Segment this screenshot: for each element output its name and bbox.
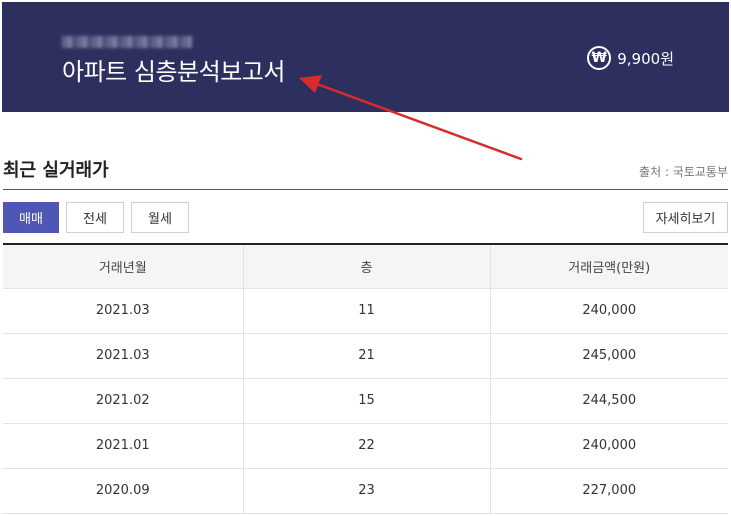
blurred-address [62, 36, 192, 48]
section-title: 최근 실거래가 [3, 160, 109, 181]
cell-floor: 21 [242, 333, 490, 379]
price-label: 9,900원 [617, 49, 674, 68]
section-divider [3, 189, 728, 190]
transaction-table: 거래년월 층 거래금액(만원) 2021.03 11 240,000 2021.… [3, 243, 728, 514]
product-title: 아파트 심층분석보고서 [62, 58, 285, 86]
tab-monthly-rent[interactable]: 월세 [131, 202, 189, 233]
source-text: 출처 : 국토교통부 [639, 165, 728, 179]
cell-date: 2021.02 [3, 378, 243, 424]
view-details-button[interactable]: 자세히보기 [643, 202, 728, 233]
table-row: 2021.02 15 244,500 [3, 378, 728, 424]
column-header-price: 거래금액(만원) [489, 244, 728, 289]
table-header-row: 거래년월 층 거래금액(만원) [3, 244, 728, 289]
cell-price: 245,000 [489, 333, 728, 379]
cell-date: 2021.03 [3, 288, 243, 334]
table-row: 2021.01 22 240,000 [3, 423, 728, 469]
cell-floor: 22 [242, 423, 490, 469]
table-row: 2021.03 21 245,000 [3, 333, 728, 379]
table-row: 2020.09 23 227,000 [3, 468, 728, 514]
tab-jeonse[interactable]: 전세 [66, 202, 124, 233]
cell-price: 244,500 [489, 378, 728, 424]
cell-price: 240,000 [489, 288, 728, 334]
cell-date: 2021.03 [3, 333, 243, 379]
column-header-date: 거래년월 [3, 244, 243, 289]
column-header-floor: 층 [242, 244, 490, 289]
cell-date: 2021.01 [3, 423, 243, 469]
cell-price: 240,000 [489, 423, 728, 469]
report-banner: 아파트 심층분석보고서 ₩ 9,900원 [2, 2, 729, 112]
cell-floor: 11 [242, 288, 490, 334]
price-display: ₩ 9,900원 [587, 46, 674, 70]
cell-price: 227,000 [489, 468, 728, 514]
tab-sale[interactable]: 매매 [3, 202, 59, 233]
cell-floor: 23 [242, 468, 490, 514]
cell-floor: 15 [242, 378, 490, 424]
won-circle-icon: ₩ [587, 46, 612, 70]
cell-date: 2020.09 [3, 468, 243, 514]
table-row: 2021.03 11 240,000 [3, 288, 728, 334]
